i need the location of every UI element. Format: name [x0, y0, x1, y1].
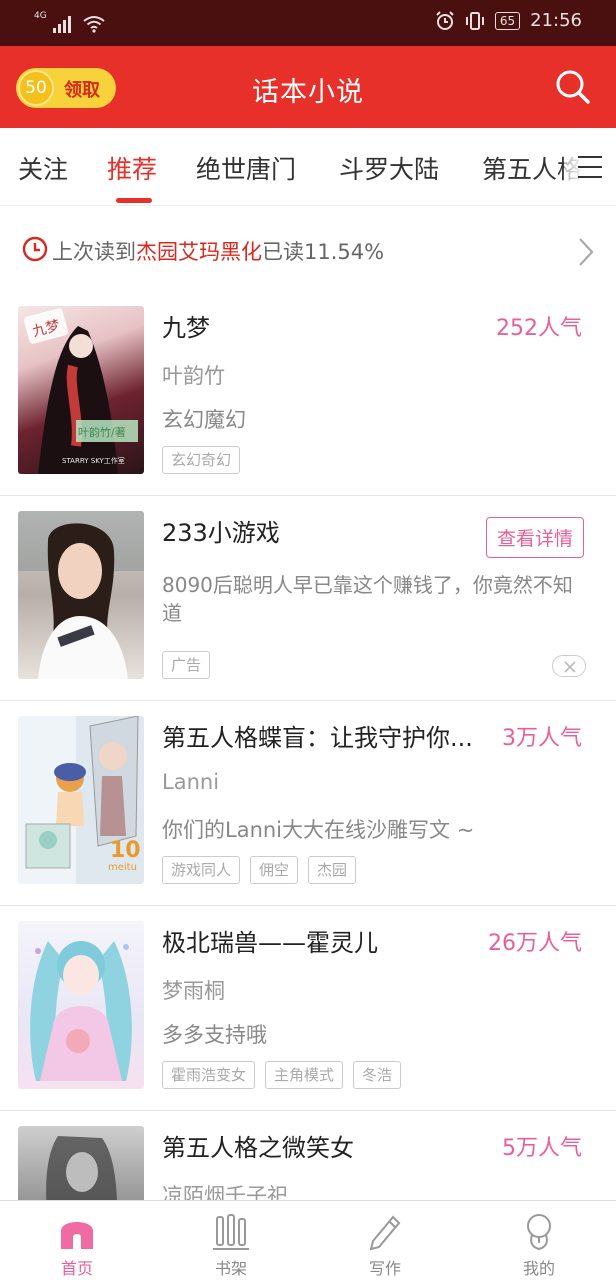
- ad-title: 233小游戏: [162, 519, 280, 547]
- vibrate-icon: [465, 11, 484, 30]
- nav-bookshelf[interactable]: 书架: [154, 1201, 308, 1280]
- book-popularity: 26万人气: [488, 931, 582, 956]
- tab-douluo-dalu[interactable]: 斗罗大陆: [339, 150, 439, 186]
- chevron-right-icon: [579, 238, 594, 266]
- wifi-icon: [83, 16, 105, 33]
- category-tabs: 关注 推荐 绝世唐门 斗罗大陆 第五人格: [0, 128, 616, 206]
- book-tag[interactable]: 游戏同人: [162, 856, 241, 884]
- battery-indicator: 65: [494, 11, 521, 30]
- app-header: 50 领取 话本小说: [0, 46, 616, 128]
- ad-item[interactable]: 233小游戏 查看详情 8090后聪明人早已靠这个赚钱了，你竟然不知道 广告: [0, 497, 616, 701]
- nav-home[interactable]: 首页: [0, 1201, 154, 1280]
- book-tag[interactable]: 霍雨浩变女: [162, 1061, 256, 1089]
- close-ad-button[interactable]: [552, 655, 586, 677]
- nav-home-label: 首页: [60, 1259, 93, 1278]
- book-item[interactable]: 10 meitu 第五人格蝶盲：让我守护你... 3万人气 Lanni 你们的L…: [0, 702, 616, 906]
- profile-icon: [527, 1214, 551, 1251]
- home-icon: [61, 1222, 93, 1249]
- active-tab-indicator: [116, 198, 152, 203]
- book-item[interactable]: 第五人格之微笑女 5万人气 凉陌烟千子祀: [0, 1112, 616, 1200]
- ad-label: 广告: [162, 651, 211, 679]
- book-description: 玄幻魔幻: [162, 408, 246, 432]
- last-read-text: 上次读到杰园艾玛黑化已读11.54%: [52, 240, 385, 264]
- book-title: 极北瑞兽——霍灵儿: [162, 929, 378, 957]
- nav-write-label: 写作: [368, 1259, 401, 1278]
- nav-profile-label: 我的: [522, 1259, 555, 1278]
- book-author: 叶韵竹: [162, 364, 225, 388]
- book-author: Lanni: [162, 770, 220, 794]
- book-title: 九梦: [162, 314, 210, 342]
- bookshelf-icon: [213, 1214, 249, 1250]
- book-tag[interactable]: 冬浩: [353, 1061, 402, 1089]
- tab-jueshi-tangmen[interactable]: 绝世唐门: [196, 150, 296, 186]
- search-icon[interactable]: [554, 68, 592, 106]
- close-icon: [564, 661, 576, 673]
- book-tag[interactable]: 主角模式: [265, 1061, 344, 1089]
- cover-watermark-brand: meitu: [108, 862, 137, 873]
- book-tag[interactable]: 玄幻奇幻: [162, 446, 241, 474]
- book-tag[interactable]: 杰园: [308, 856, 357, 884]
- last-read-book: 杰园艾玛黑化: [136, 240, 262, 264]
- book-cover: 九梦 叶韵竹/著 STARRY SKY工作室: [18, 306, 144, 474]
- tab-following[interactable]: 关注: [18, 150, 68, 186]
- book-item[interactable]: 九梦 叶韵竹/著 STARRY SKY工作室 九梦 252人气 叶韵竹 玄幻魔幻…: [0, 292, 616, 496]
- book-cover: 10 meitu: [18, 716, 144, 884]
- book-title: 第五人格蝶盲：让我守护你...: [162, 724, 473, 752]
- app-title: 话本小说: [252, 77, 364, 108]
- cover-watermark-number: 10: [110, 838, 141, 863]
- nav-bookshelf-label: 书架: [214, 1259, 247, 1278]
- book-description: 多多支持哦: [162, 1023, 267, 1047]
- book-author: 梦雨桐: [162, 979, 225, 1003]
- nav-profile[interactable]: 我的: [462, 1201, 616, 1280]
- book-title: 第五人格之微笑女: [162, 1134, 354, 1162]
- book-description: 你们的Lanni大大在线沙雕写文 ~: [162, 818, 475, 842]
- signal-icon: [52, 15, 71, 33]
- book-author: 凉陌烟千子祀: [162, 1184, 288, 1200]
- cover-author: 叶韵竹/著: [78, 426, 126, 439]
- network-type: 4G: [34, 11, 47, 21]
- last-read-banner[interactable]: 上次读到杰园艾玛黑化已读11.54%: [0, 206, 616, 292]
- ad-description: 8090后聪明人早已靠这个赚钱了，你竟然不知道: [162, 573, 573, 625]
- cover-studio: STARRY SKY工作室: [62, 457, 125, 465]
- status-bar: 4G 65 21:56: [0, 0, 616, 46]
- tab-menu-button[interactable]: [564, 128, 616, 205]
- book-popularity: 5万人气: [502, 1136, 582, 1161]
- menu-icon: [578, 156, 602, 186]
- book-cover: [18, 921, 144, 1089]
- book-popularity: 3万人气: [502, 726, 582, 751]
- book-cover: [18, 1126, 144, 1200]
- view-details-button[interactable]: 查看详情: [485, 517, 584, 558]
- bottom-navigation: 首页 书架 写作 我的: [0, 1200, 616, 1280]
- clock-time: 21:56: [530, 10, 582, 31]
- alarm-icon: [436, 10, 454, 30]
- tab-recommend[interactable]: 推荐: [107, 150, 157, 186]
- book-tag[interactable]: 佣空: [250, 856, 299, 884]
- clock-icon: [22, 236, 48, 262]
- book-item[interactable]: 极北瑞兽——霍灵儿 26万人气 梦雨桐 多多支持哦 霍雨浩变女 主角模式 冬浩: [0, 907, 616, 1111]
- book-popularity: 252人气: [496, 316, 582, 341]
- ad-image: [18, 511, 144, 679]
- pencil-icon: [369, 1215, 401, 1251]
- nav-write[interactable]: 写作: [308, 1201, 462, 1280]
